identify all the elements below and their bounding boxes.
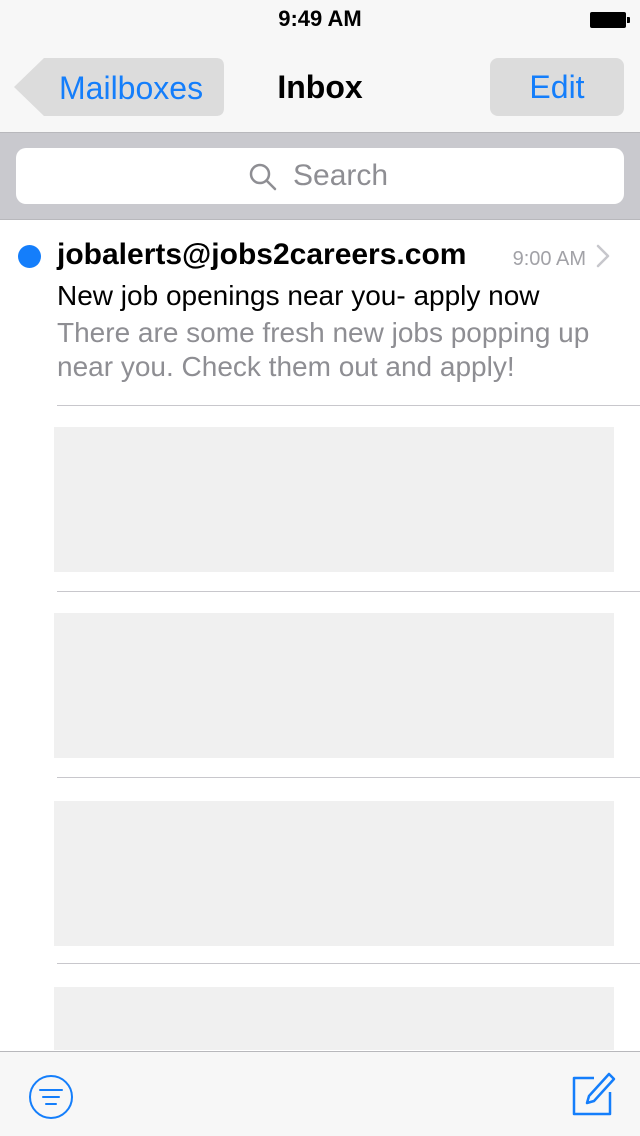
filter-icon[interactable] — [28, 1074, 74, 1120]
row-separator — [57, 777, 640, 778]
search-region: Search — [0, 133, 640, 220]
search-icon — [249, 163, 277, 191]
message-list[interactable]: jobalerts@jobs2careers.com 9:00 AM New j… — [0, 220, 640, 1050]
message-preview: There are some fresh new jobs popping up… — [57, 317, 590, 382]
message-sender: jobalerts@jobs2careers.com — [57, 238, 467, 271]
chevron-right-icon — [596, 244, 610, 268]
unread-indicator — [18, 245, 41, 268]
loading-placeholder-row — [54, 801, 614, 946]
message-time: 9:00 AM — [512, 248, 586, 270]
status-time: 9:49 AM — [278, 6, 362, 31]
message-subject: New job openings near you- apply now — [57, 280, 540, 311]
search-input[interactable]: Search — [16, 148, 624, 204]
loading-placeholder-row — [54, 427, 614, 572]
battery-icon — [590, 12, 630, 28]
compose-icon[interactable] — [570, 1070, 616, 1118]
row-separator — [57, 405, 640, 406]
bottom-toolbar — [0, 1051, 640, 1136]
edit-button[interactable]: Edit — [490, 58, 624, 116]
list-item[interactable]: jobalerts@jobs2careers.com 9:00 AM New j… — [0, 220, 640, 405]
search-placeholder: Search — [293, 159, 389, 192]
mailboxes-back-button[interactable]: Mailboxes — [14, 58, 224, 116]
loading-placeholder-row — [54, 613, 614, 758]
row-separator — [57, 963, 640, 964]
status-bar: 9:49 AM — [0, 0, 640, 40]
row-separator — [57, 591, 640, 592]
page-title: Inbox — [277, 69, 363, 105]
navigation-bar: Mailboxes Inbox Edit — [0, 40, 640, 133]
loading-placeholder-row — [54, 987, 614, 1050]
mailboxes-label: Mailboxes — [59, 70, 204, 106]
mail-screen: 9:49 AM Mailboxes Inbox Edit Search joba… — [0, 0, 640, 1136]
